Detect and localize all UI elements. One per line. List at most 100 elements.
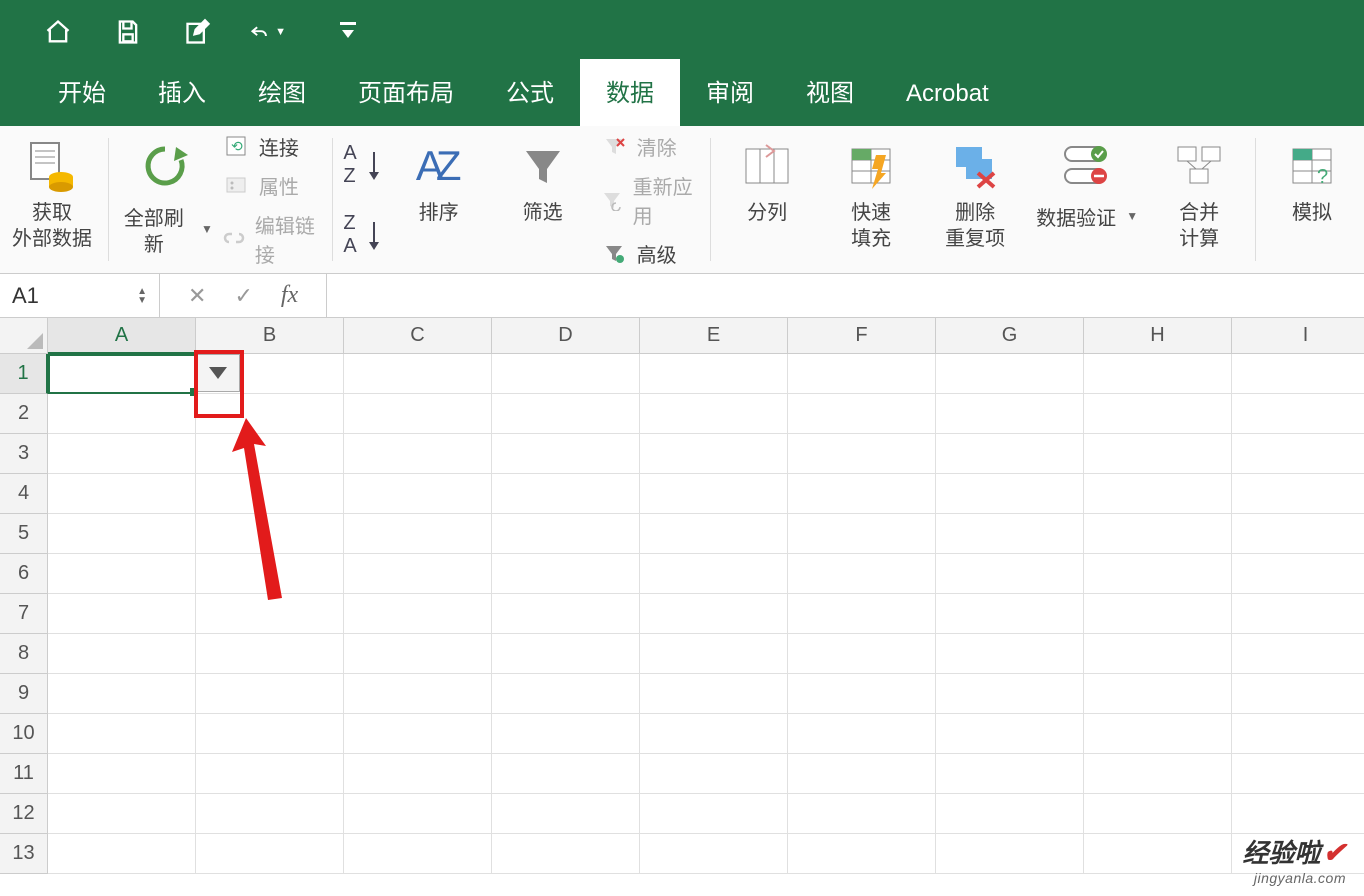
cell[interactable] bbox=[640, 434, 788, 474]
row-header[interactable]: 4 bbox=[0, 474, 48, 514]
cell[interactable] bbox=[788, 514, 936, 554]
cell[interactable] bbox=[788, 754, 936, 794]
cell[interactable] bbox=[788, 794, 936, 834]
col-header[interactable]: D bbox=[492, 318, 640, 354]
cell[interactable] bbox=[492, 354, 640, 394]
cell[interactable] bbox=[1232, 714, 1364, 754]
cell[interactable] bbox=[640, 514, 788, 554]
cell[interactable] bbox=[48, 434, 196, 474]
cell[interactable] bbox=[640, 474, 788, 514]
refresh-all-button[interactable]: 全部刷新▼ bbox=[113, 126, 217, 273]
row-header[interactable]: 9 bbox=[0, 674, 48, 714]
row-header[interactable]: 3 bbox=[0, 434, 48, 474]
cell[interactable] bbox=[344, 794, 492, 834]
row-header[interactable]: 1 bbox=[0, 354, 48, 394]
cell[interactable] bbox=[492, 394, 640, 434]
cell[interactable] bbox=[1232, 594, 1364, 634]
cell[interactable] bbox=[1084, 714, 1232, 754]
cell[interactable] bbox=[936, 434, 1084, 474]
cell[interactable] bbox=[196, 794, 344, 834]
cell[interactable] bbox=[492, 754, 640, 794]
tab-draw[interactable]: 绘图 bbox=[232, 59, 332, 126]
row-header[interactable]: 2 bbox=[0, 394, 48, 434]
sort-button[interactable]: AZ 排序 bbox=[387, 126, 491, 273]
cell[interactable] bbox=[492, 514, 640, 554]
cell[interactable] bbox=[640, 794, 788, 834]
cell[interactable] bbox=[344, 354, 492, 394]
cell[interactable] bbox=[788, 634, 936, 674]
tab-home[interactable]: 开始 bbox=[32, 59, 132, 126]
cell[interactable] bbox=[1232, 474, 1364, 514]
cell[interactable] bbox=[788, 434, 936, 474]
cell[interactable] bbox=[1232, 394, 1364, 434]
fx-icon[interactable]: fx bbox=[281, 282, 298, 309]
advanced-filter-button[interactable]: 高级 bbox=[601, 239, 701, 268]
consolidate-button[interactable]: 合并 计算 bbox=[1147, 126, 1251, 273]
cell[interactable] bbox=[344, 554, 492, 594]
cell[interactable] bbox=[1232, 674, 1364, 714]
cell[interactable] bbox=[48, 834, 196, 874]
cell[interactable] bbox=[196, 754, 344, 794]
cell[interactable] bbox=[344, 514, 492, 554]
cell[interactable] bbox=[1084, 674, 1232, 714]
cell[interactable] bbox=[492, 674, 640, 714]
row-header[interactable]: 12 bbox=[0, 794, 48, 834]
cell[interactable] bbox=[196, 714, 344, 754]
col-header[interactable]: G bbox=[936, 318, 1084, 354]
cell[interactable] bbox=[492, 794, 640, 834]
cell[interactable] bbox=[1084, 754, 1232, 794]
cell[interactable] bbox=[1232, 514, 1364, 554]
cell[interactable] bbox=[936, 714, 1084, 754]
cell[interactable] bbox=[48, 514, 196, 554]
cell[interactable] bbox=[1232, 634, 1364, 674]
tab-data[interactable]: 数据 bbox=[580, 59, 680, 126]
cell[interactable] bbox=[640, 834, 788, 874]
cell[interactable] bbox=[1084, 354, 1232, 394]
cell[interactable] bbox=[1084, 554, 1232, 594]
cell[interactable] bbox=[48, 714, 196, 754]
cell[interactable] bbox=[344, 834, 492, 874]
cell[interactable] bbox=[640, 394, 788, 434]
cell[interactable] bbox=[344, 434, 492, 474]
row-header[interactable]: 7 bbox=[0, 594, 48, 634]
data-validation-dropdown[interactable] bbox=[196, 354, 240, 392]
cell[interactable] bbox=[344, 754, 492, 794]
cell[interactable] bbox=[48, 634, 196, 674]
cell[interactable] bbox=[196, 554, 344, 594]
cell[interactable] bbox=[640, 754, 788, 794]
cell[interactable] bbox=[788, 594, 936, 634]
sort-asc-button[interactable]: AZ bbox=[343, 142, 380, 188]
cell[interactable] bbox=[640, 674, 788, 714]
cell[interactable] bbox=[492, 634, 640, 674]
col-header[interactable]: H bbox=[1084, 318, 1232, 354]
cell[interactable] bbox=[492, 834, 640, 874]
cell[interactable] bbox=[936, 554, 1084, 594]
cell[interactable] bbox=[640, 554, 788, 594]
cell[interactable] bbox=[788, 834, 936, 874]
cell[interactable] bbox=[196, 634, 344, 674]
home-icon[interactable] bbox=[40, 14, 76, 50]
cell[interactable] bbox=[48, 794, 196, 834]
tab-acrobat[interactable]: Acrobat bbox=[880, 66, 1015, 126]
col-header[interactable]: F bbox=[788, 318, 936, 354]
confirm-icon[interactable]: ✓ bbox=[234, 283, 252, 309]
cell[interactable] bbox=[788, 714, 936, 754]
name-box[interactable]: A1 ▲▼ bbox=[0, 274, 160, 318]
cell[interactable] bbox=[936, 354, 1084, 394]
cell[interactable] bbox=[196, 514, 344, 554]
cell[interactable] bbox=[48, 754, 196, 794]
cell[interactable] bbox=[640, 714, 788, 754]
cell[interactable] bbox=[196, 394, 344, 434]
formula-input[interactable] bbox=[326, 274, 1364, 317]
text-to-columns-button[interactable]: 分列 bbox=[715, 126, 819, 273]
cell[interactable] bbox=[1084, 514, 1232, 554]
properties-button[interactable]: 属性 bbox=[223, 171, 323, 200]
cell[interactable] bbox=[640, 354, 788, 394]
cell[interactable] bbox=[936, 794, 1084, 834]
cell[interactable] bbox=[788, 554, 936, 594]
cell[interactable] bbox=[344, 714, 492, 754]
get-external-data-button[interactable]: 获取 外部数据 bbox=[0, 126, 104, 273]
remove-duplicates-button[interactable]: 删除 重复项 bbox=[923, 126, 1027, 273]
cell[interactable] bbox=[1232, 794, 1364, 834]
flash-fill-button[interactable]: 快速 填充 bbox=[819, 126, 923, 273]
